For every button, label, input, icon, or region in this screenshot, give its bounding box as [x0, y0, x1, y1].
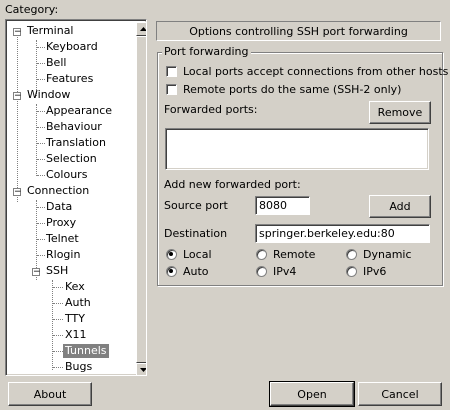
add-new-label: Add new forwarded port:	[164, 178, 301, 191]
destination-label: Destination	[164, 227, 228, 240]
tree-item-data[interactable]: Data	[46, 200, 72, 214]
tree-item-features[interactable]: Features	[46, 72, 93, 86]
tree-line	[37, 239, 45, 240]
tree-item-x11[interactable]: X11	[65, 328, 87, 342]
tree-line	[37, 175, 45, 176]
tree-line	[37, 47, 45, 48]
remove-button-label: Remove	[377, 106, 423, 119]
tree-item-proxy[interactable]: Proxy	[46, 216, 76, 230]
tree-line	[37, 223, 45, 224]
forwarded-ports-list[interactable]	[165, 128, 429, 170]
tree-item-bugs[interactable]: Bugs	[65, 360, 92, 374]
collapse-icon[interactable]: −	[13, 92, 22, 101]
tree-line	[53, 367, 63, 368]
radio-auto[interactable]	[166, 266, 177, 277]
tree-line	[36, 104, 37, 176]
scroll-thumb[interactable]	[136, 36, 146, 363]
radio-dynamic-label[interactable]: Dynamic	[363, 248, 412, 261]
tree-line	[37, 255, 45, 256]
cancel-button[interactable]: Cancel	[358, 382, 442, 406]
tree-line	[52, 280, 53, 370]
tree-line	[53, 335, 63, 336]
tree-item-kex[interactable]: Kex	[65, 280, 85, 294]
panel-header-text: Options controlling SSH port forwarding	[189, 24, 408, 38]
triangle-down-icon	[139, 368, 146, 372]
tree-line	[53, 287, 63, 288]
tree-line	[37, 63, 45, 64]
triangle-up-icon	[139, 27, 146, 31]
radio-remote-label[interactable]: Remote	[273, 248, 315, 261]
collapse-icon[interactable]: −	[13, 28, 22, 37]
tree-item-colours[interactable]: Colours	[46, 168, 87, 182]
remove-button[interactable]: Remove	[369, 101, 431, 124]
open-button-label: Open	[297, 387, 327, 401]
radio-ipv6-label[interactable]: IPv6	[363, 265, 386, 278]
tree-line	[37, 159, 45, 160]
collapse-icon[interactable]: −	[13, 188, 22, 197]
tree-line	[37, 143, 45, 144]
tree-item-terminal[interactable]: Terminal	[27, 24, 74, 38]
about-button-label: About	[33, 387, 67, 401]
tree-line	[53, 319, 63, 320]
tree-item-behaviour[interactable]: Behaviour	[46, 120, 102, 134]
tree-item-selection[interactable]: Selection	[46, 152, 97, 166]
radio-ipv6[interactable]	[346, 266, 357, 277]
collapse-icon[interactable]: −	[32, 268, 41, 277]
source-port-input[interactable]: 8080	[255, 196, 310, 215]
remote-ports-label[interactable]: Remote ports do the same (SSH-2 only)	[183, 83, 401, 96]
tree-line	[17, 32, 18, 202]
destination-input[interactable]: springer.berkeley.edu:80	[255, 224, 430, 243]
tree-item-connection[interactable]: Connection	[27, 184, 89, 198]
about-button[interactable]: About	[8, 382, 92, 406]
group-title: Port forwarding	[162, 45, 251, 58]
radio-ipv4[interactable]	[256, 266, 267, 277]
tree-line	[37, 207, 45, 208]
tree-line	[53, 303, 63, 304]
tree-item-translation[interactable]: Translation	[46, 136, 106, 150]
radio-local[interactable]	[166, 249, 177, 260]
tree-item-appearance[interactable]: Appearance	[46, 104, 112, 118]
radio-ipv4-label[interactable]: IPv4	[273, 265, 296, 278]
tree-item-telnet[interactable]: Telnet	[46, 232, 79, 246]
tree-line	[53, 351, 63, 352]
tree-item-tunnels[interactable]: Tunnels	[63, 344, 109, 358]
tree-line	[37, 127, 45, 128]
tree-item-tty[interactable]: TTY	[65, 312, 85, 326]
category-tree[interactable]: − Terminal Keyboard Bell Features − Wind…	[5, 19, 147, 376]
source-port-label: Source port	[164, 199, 228, 212]
tree-item-bell[interactable]: Bell	[46, 56, 66, 70]
add-button-label: Add	[389, 200, 411, 213]
radio-dynamic[interactable]	[346, 249, 357, 260]
forwarded-ports-label: Forwarded ports:	[164, 103, 258, 116]
tree-scrollbar[interactable]	[136, 22, 146, 375]
scroll-up-button[interactable]	[136, 22, 146, 36]
tree-item-auth[interactable]: Auth	[65, 296, 91, 310]
open-button[interactable]: Open	[269, 381, 355, 407]
remote-ports-checkbox[interactable]	[166, 84, 177, 95]
tree-item-ssh[interactable]: SSH	[46, 264, 68, 278]
radio-auto-label[interactable]: Auto	[183, 265, 209, 278]
local-ports-checkbox[interactable]	[166, 66, 177, 77]
add-button[interactable]: Add	[369, 195, 431, 218]
cancel-button-label: Cancel	[381, 387, 419, 401]
tree-item-rlogin[interactable]: Rlogin	[46, 248, 80, 262]
tree-line	[37, 79, 45, 80]
tree-line	[37, 111, 45, 112]
radio-remote[interactable]	[256, 249, 267, 260]
radio-local-label[interactable]: Local	[183, 248, 212, 261]
scroll-down-button[interactable]	[136, 363, 146, 375]
panel-header: Options controlling SSH port forwarding	[156, 21, 441, 41]
tree-item-window[interactable]: Window	[27, 88, 70, 102]
category-label: Category:	[5, 3, 59, 16]
tree-item-keyboard[interactable]: Keyboard	[46, 40, 98, 54]
local-ports-label[interactable]: Local ports accept connections from othe…	[183, 65, 448, 78]
